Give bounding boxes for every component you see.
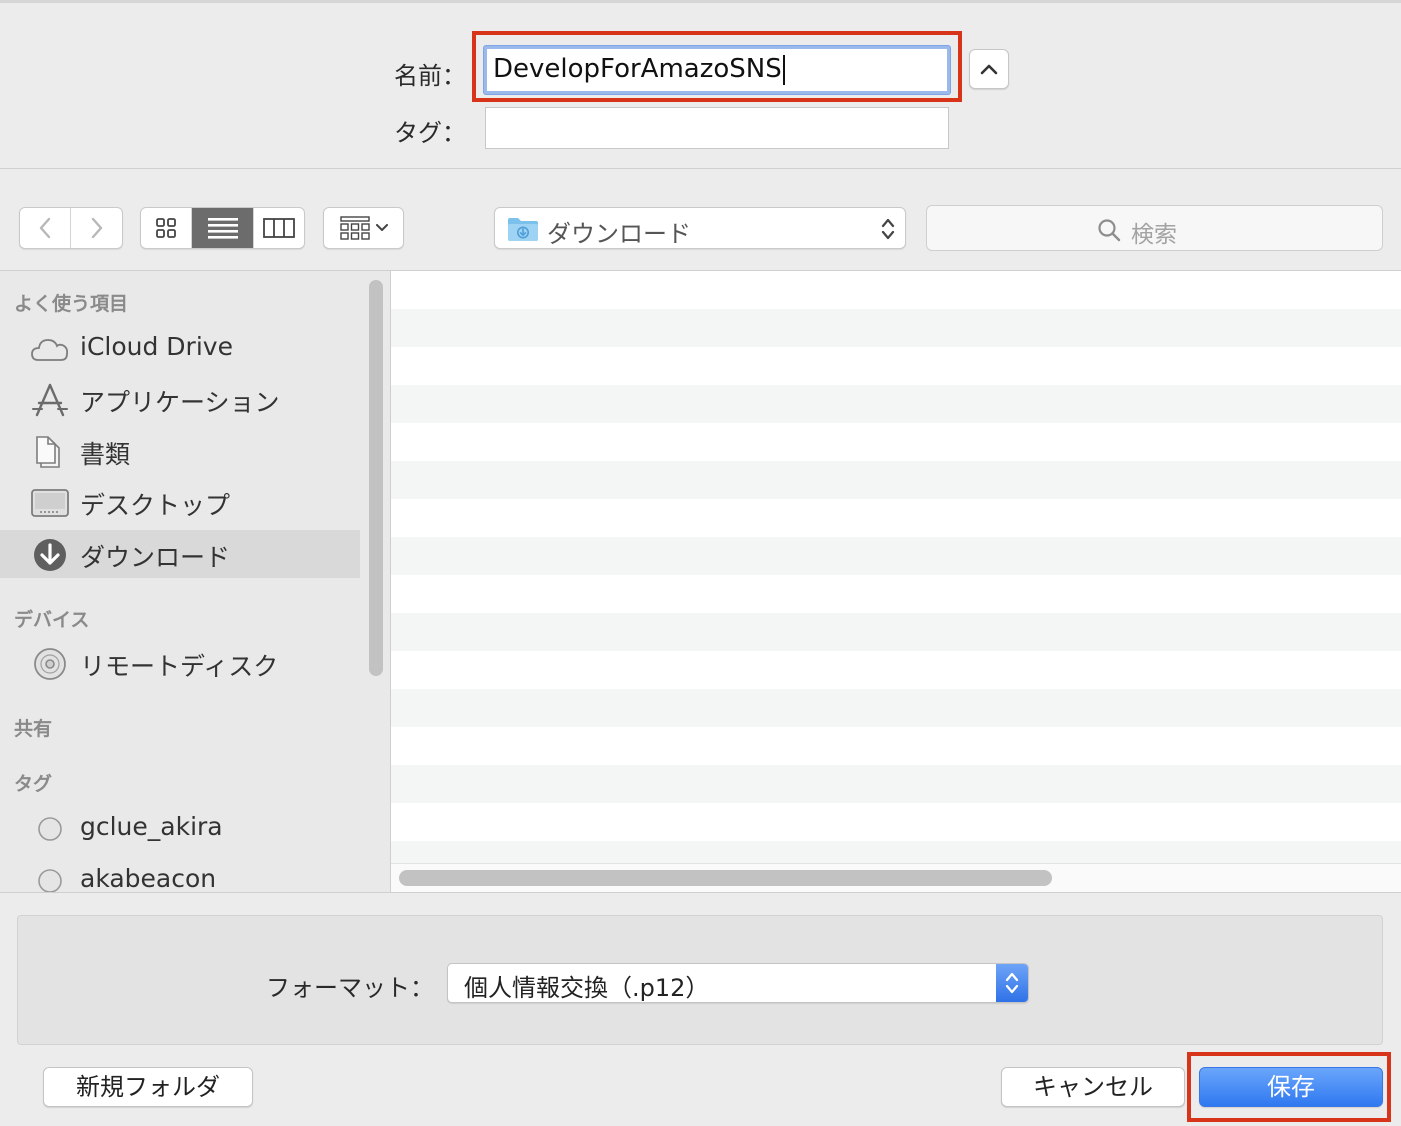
tags-header: タグ [14, 773, 53, 795]
disc-icon [34, 648, 66, 680]
location-popup[interactable]: ダウンロード [494, 207, 906, 249]
documents-icon [36, 436, 60, 468]
save-button[interactable]: 保存 [1199, 1067, 1383, 1107]
horizontal-scrollbar[interactable] [399, 870, 1052, 886]
icon-grid-icon [156, 218, 177, 238]
tag-circle-icon [38, 869, 62, 892]
chevron-up-icon [980, 64, 998, 75]
list-row [391, 689, 1401, 727]
expand-dialog-button[interactable] [969, 49, 1009, 89]
columns-icon [262, 218, 295, 238]
downloads-folder-icon [508, 218, 538, 241]
search-icon [1098, 219, 1121, 242]
tag-input[interactable] [485, 107, 949, 149]
tag-label: タグ： [394, 119, 466, 147]
sidebar-item-label: ダウンロード [80, 543, 231, 572]
list-row [391, 385, 1401, 423]
cancel-button[interactable]: キャンセル [1001, 1067, 1185, 1107]
location-popup-label: ダウンロード [547, 220, 691, 248]
sidebar: よく使う項目 iCloud Drive アプリケーション 書類 デスクトップ ダ… [0, 270, 390, 892]
list-row [391, 765, 1401, 803]
sidebar-item-label: デスクトップ [80, 491, 231, 520]
sidebar-item-icloud-drive[interactable]: iCloud Drive [0, 324, 360, 372]
sidebar-item-tag-akabeacon[interactable]: akabeacon [0, 856, 360, 892]
cloud-icon [31, 339, 69, 361]
back-forward-control [19, 207, 123, 249]
list-row [391, 499, 1401, 537]
sidebar-item-label: 書類 [80, 440, 131, 469]
list-row [391, 537, 1401, 575]
name-label: 名前： [394, 62, 466, 90]
bottom-divider [0, 892, 1401, 893]
sidebar-item-label: gclue_akira [80, 812, 223, 841]
sidebar-item-label: iCloud Drive [80, 332, 233, 361]
list-row [391, 613, 1401, 651]
arrange-menu-button [323, 207, 404, 249]
sidebar-item-documents[interactable]: 書類 [0, 427, 360, 475]
list-row [391, 651, 1401, 689]
list-row [391, 309, 1401, 347]
shared-header: 共有 [14, 718, 53, 740]
arrange-button[interactable] [324, 208, 403, 248]
sidebar-item-label: akabeacon [80, 864, 217, 892]
new-folder-button[interactable]: 新規フォルダ [43, 1067, 253, 1107]
up-down-arrows-icon [1005, 972, 1019, 994]
tag-circle-icon [38, 817, 62, 841]
text-caret [782, 54, 785, 85]
chevron-right-icon [91, 217, 102, 239]
forward-button[interactable] [71, 208, 122, 248]
sidebar-scrollbar[interactable] [369, 280, 383, 676]
up-down-arrows-icon [881, 218, 895, 240]
list-row [391, 461, 1401, 499]
format-accessory-panel: フォーマット： 個人情報交換（.p12） [17, 915, 1383, 1045]
list-view-button[interactable] [192, 208, 254, 248]
window-top-edge [0, 0, 1401, 3]
sidebar-item-label: リモートディスク [80, 652, 279, 681]
format-popup[interactable]: 個人情報交換（.p12） [447, 963, 1029, 1003]
sidebar-item-remote-disc[interactable]: リモートディスク [0, 639, 360, 687]
applications-icon [32, 383, 68, 417]
sidebar-item-tag-gclue-akira[interactable]: gclue_akira [0, 804, 360, 852]
devices-header: デバイス [14, 609, 90, 631]
downloads-icon [34, 539, 66, 571]
back-button[interactable] [20, 208, 72, 248]
column-view-button[interactable] [254, 208, 304, 248]
sidebar-item-label: アプリケーション [80, 388, 280, 417]
list-row [391, 575, 1401, 613]
desktop-icon [31, 489, 69, 517]
sidebar-item-desktop[interactable]: デスクトップ [0, 478, 360, 526]
format-popup-value: 個人情報交換（.p12） [464, 974, 710, 1002]
list-row [391, 727, 1401, 765]
list-icon [207, 218, 238, 239]
format-label: フォーマット： [266, 974, 434, 1002]
search-placeholder: 検索 [1131, 222, 1177, 248]
name-input-value: DevelopForAmazoSNS [493, 54, 782, 84]
list-row [391, 271, 1401, 309]
search-field[interactable]: 検索 [926, 205, 1383, 251]
icon-view-button[interactable] [141, 208, 193, 248]
chevron-down-icon [375, 224, 388, 231]
chevron-left-icon [39, 217, 51, 239]
name-input[interactable]: DevelopForAmazoSNS [484, 46, 950, 94]
format-popup-stepper [996, 964, 1028, 1002]
header-divider [0, 168, 1401, 169]
list-row [391, 347, 1401, 385]
favorites-header: よく使う項目 [14, 293, 129, 315]
sidebar-item-applications[interactable]: アプリケーション [0, 375, 360, 423]
view-mode-control [140, 207, 305, 249]
file-list[interactable] [391, 270, 1401, 892]
list-row [391, 803, 1401, 841]
arrange-grid-icon [339, 216, 370, 240]
sidebar-item-downloads[interactable]: ダウンロード [0, 530, 360, 578]
list-row [391, 423, 1401, 461]
